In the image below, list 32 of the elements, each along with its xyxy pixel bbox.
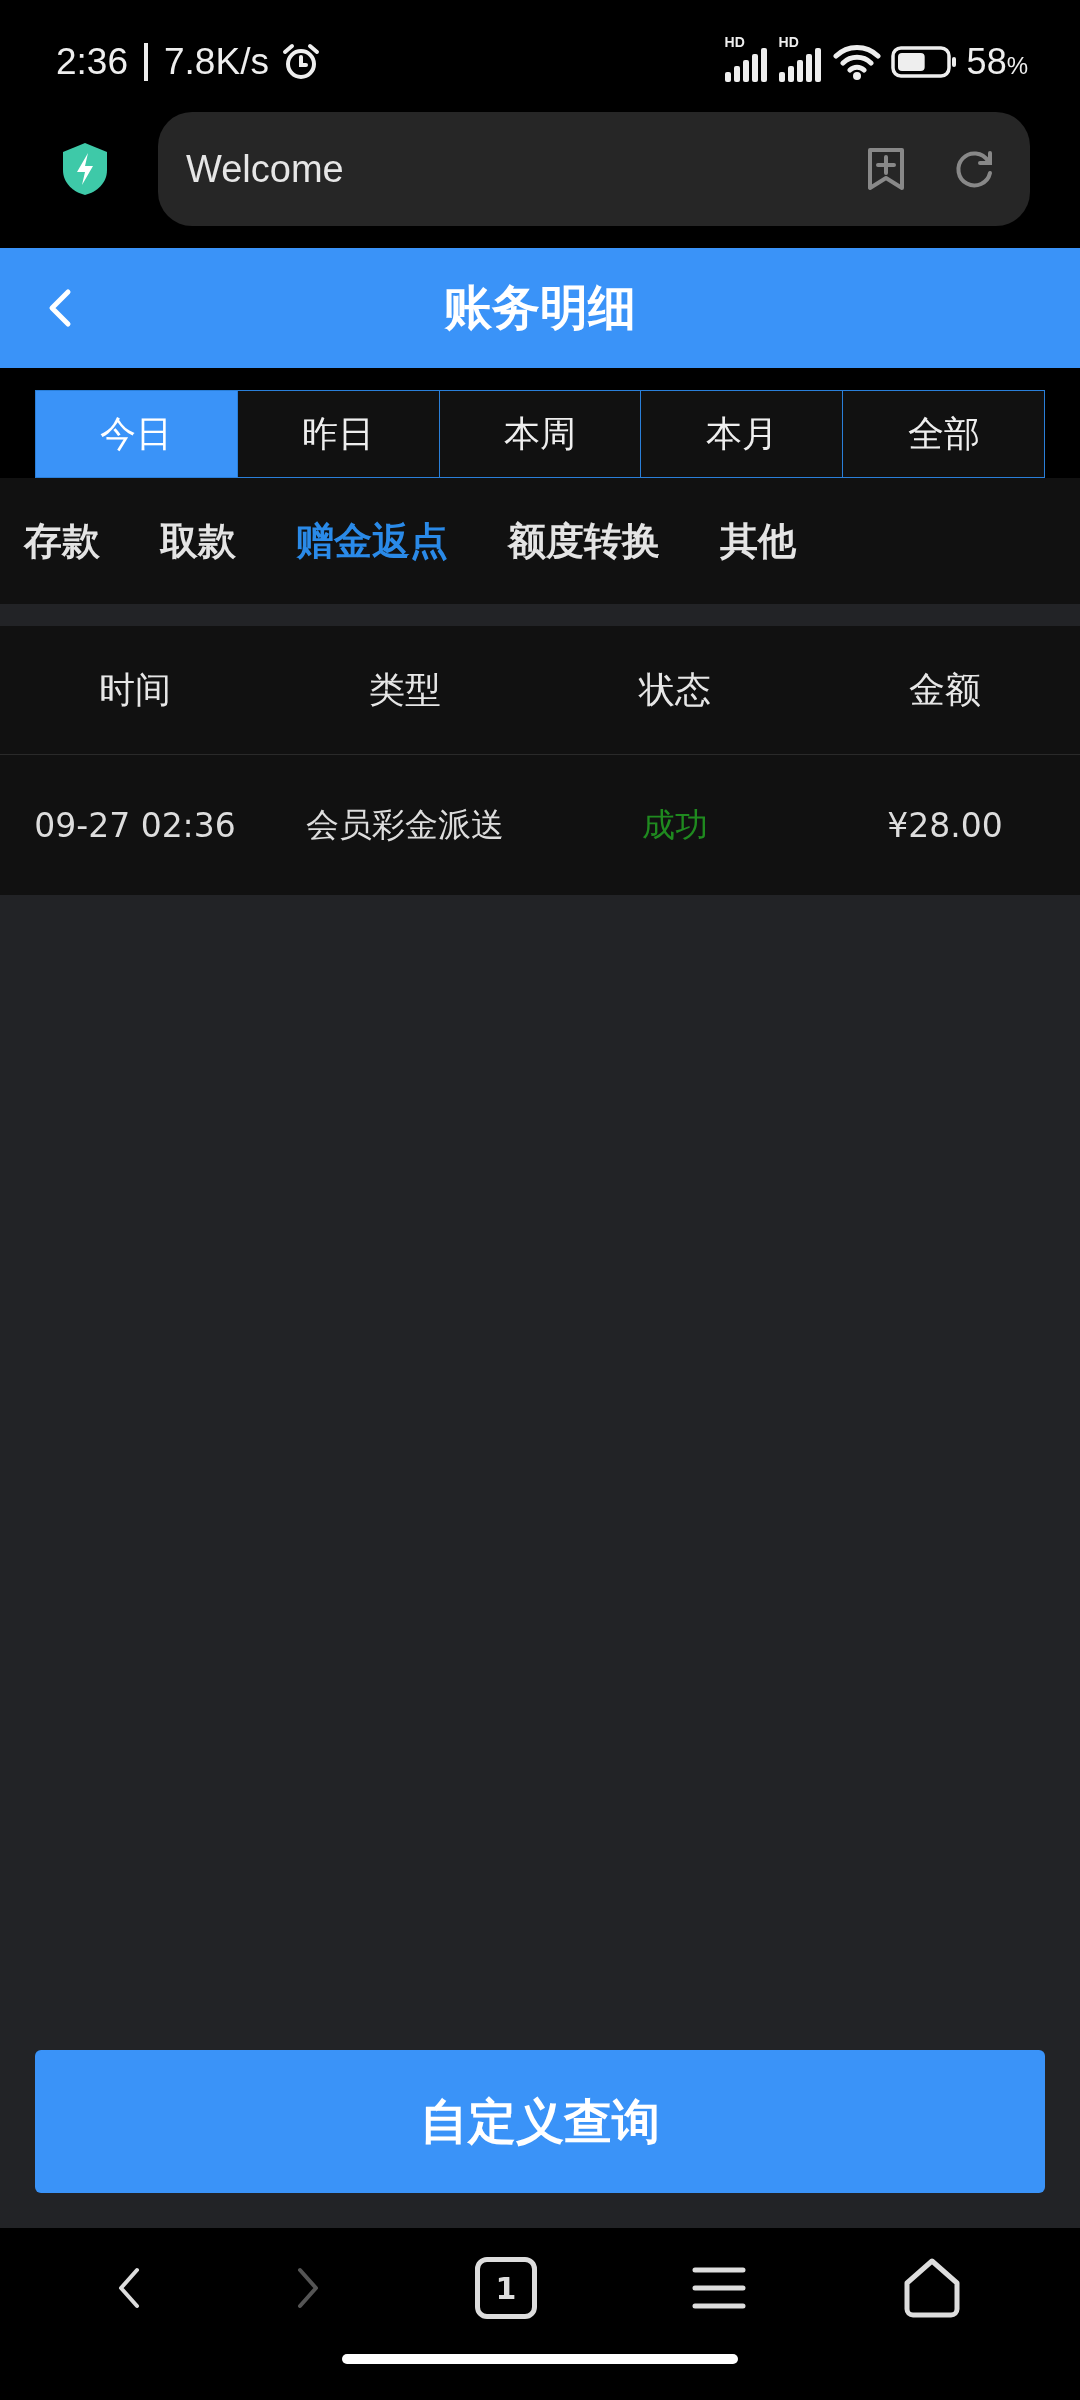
page-title: 账务明细 — [444, 278, 636, 337]
table-cell-text: ¥28.00 — [886, 805, 1004, 845]
menu-icon[interactable] — [691, 2266, 746, 2310]
category-tab[interactable]: 存款 — [14, 515, 110, 567]
category-tab[interactable]: 赠金返点 — [286, 515, 458, 567]
percent-sign: % — [1006, 52, 1028, 80]
column-header: 时间 — [98, 667, 172, 712]
battery-icon — [890, 46, 957, 78]
status-time: 2:36 — [56, 41, 128, 83]
column-header: 状态 — [637, 667, 712, 712]
signal-icon — [724, 48, 769, 82]
signal-icon — [778, 48, 823, 82]
battery-percent: 58 — [966, 41, 1007, 83]
column-header: 金额 — [908, 667, 982, 712]
category-tab[interactable]: 额度转换 — [498, 515, 670, 567]
table-cell-text: 会员彩金派送 — [305, 803, 505, 846]
wifi-icon — [832, 44, 881, 80]
column-header: 类型 — [368, 667, 442, 712]
bookmark-add-icon[interactable] — [866, 146, 906, 192]
network-speed: 7.8K/s — [164, 41, 269, 83]
address-bar[interactable]: Welcome — [158, 112, 1030, 226]
table-cell-text: 09-27 02:36 — [33, 805, 237, 845]
hd-label: HD — [778, 34, 799, 50]
alarm-icon — [280, 42, 321, 82]
separator-bar — [144, 43, 148, 81]
tabs-button[interactable]: 1 — [475, 2257, 537, 2319]
hd-label: HD — [724, 34, 745, 50]
category-tab[interactable]: 其他 — [710, 515, 806, 567]
shield-icon[interactable] — [60, 141, 110, 197]
status-text: 成功 — [641, 803, 709, 846]
category-tab[interactable]: 取款 — [150, 515, 246, 567]
back-icon[interactable] — [117, 2266, 142, 2310]
